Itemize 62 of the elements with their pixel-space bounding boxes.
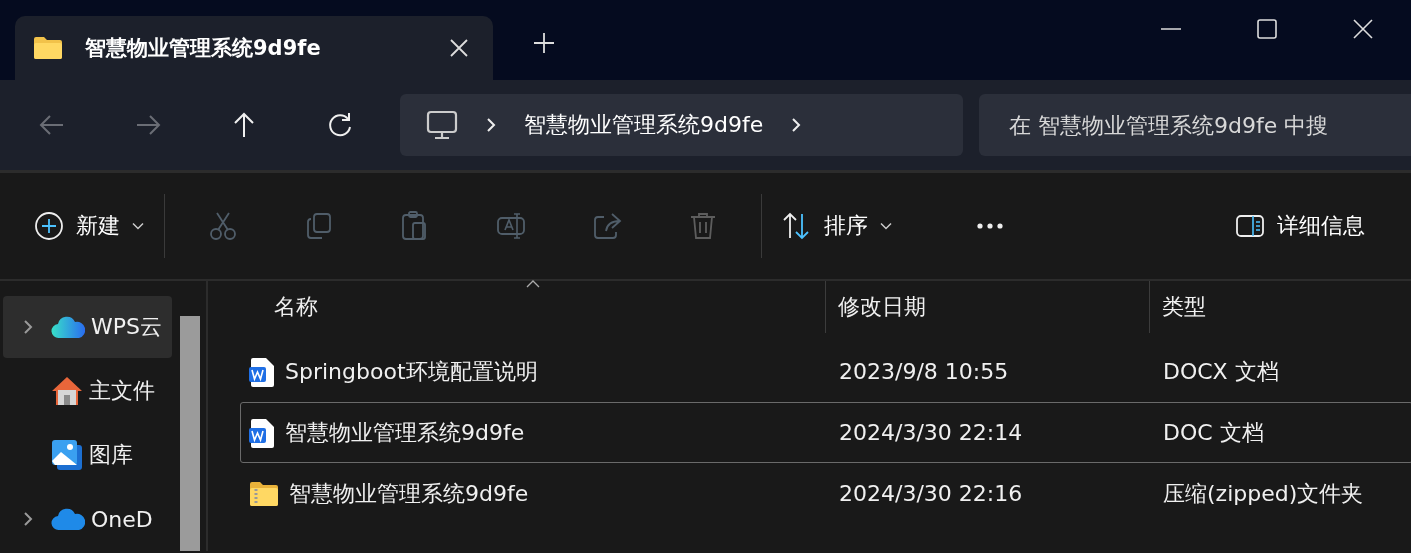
file-type: 压缩(zipped)文件夹 [1162,479,1365,508]
sidebar-label: OneD [91,506,153,532]
file-name: 智慧物业管理系统9d9fe [285,418,525,447]
search-field[interactable]: 在 智慧物业管理系统9d9fe 中搜 [979,94,1411,156]
refresh-icon [326,111,354,139]
file-name: Springboot环境配置说明 [285,357,538,386]
new-icon [34,211,64,241]
sidebar-label: 图库 [89,441,133,469]
monitor-icon [426,109,458,141]
file-row[interactable]: 智慧物业管理系统9d9fe 2024/3/30 22:16 压缩(zipped)文件夹 [240,463,1411,524]
sidebar-label: WPS云 [91,313,162,341]
caret-down-icon [880,222,892,230]
folder-icon [33,36,63,60]
file-row[interactable]: 智慧物业管理系统9d9fe 2024/3/30 22:14 DOC 文档 [240,402,1411,463]
file-name: 智慧物业管理系统9d9fe [289,479,529,508]
column-header[interactable]: 名称 [240,281,825,333]
minimize-icon [1161,28,1181,30]
scissors-icon [208,211,238,241]
new-button[interactable]: 新建 [24,198,154,254]
column-header[interactable]: 修改日期 [825,281,1149,333]
sidebar-label: 主文件 [89,377,155,405]
modified-date: 2024/3/30 22:16 [838,481,1024,506]
file-row[interactable]: Springboot环境配置说明 2023/9/8 10:55 DOCX 文档 [240,341,1411,402]
trash-icon [688,211,718,241]
zip-folder-icon [249,480,279,507]
scrollbar[interactable] [180,316,200,551]
tab[interactable]: 智慧物业管理系统9d9fe [15,16,493,80]
caret-down-icon [132,222,144,230]
chevron-right-icon [486,117,496,133]
document-icon [249,417,275,448]
file-type: DOC 文档 [1162,418,1265,447]
address-bar[interactable]: 智慧物业管理系统9d9fe [400,94,963,156]
copy-icon [304,211,334,241]
details-button[interactable]: 详细信息 [1225,198,1375,254]
maximize-icon [1257,19,1277,39]
close-icon [449,38,469,58]
sort-button[interactable]: 排序 [772,198,902,254]
breadcrumb[interactable]: 智慧物业管理系统9d9fe [524,110,764,140]
sidebar-item[interactable]: 主文件 [3,360,172,422]
rename-icon [496,211,526,241]
modified-date: 2024/3/30 22:14 [838,420,1024,445]
document-icon [249,356,275,387]
plus-icon [533,32,555,54]
file-type: DOCX 文档 [1162,357,1280,386]
cloud-icon [51,507,85,531]
sidebar-item[interactable]: 图库 [3,424,172,486]
column-header[interactable]: 类型 [1149,281,1411,333]
tab-title: 智慧物业管理系统9d9fe [85,35,322,62]
more-icon [977,223,1003,229]
sort-ascending-icon [525,280,540,288]
chevron-right-icon [23,319,33,335]
sort-icon [782,211,812,241]
home-icon [51,375,83,407]
close-icon [1353,19,1373,39]
cloud-icon [51,315,85,339]
share-icon [592,211,622,241]
chevron-right-icon [23,511,33,527]
gallery-icon [51,439,83,471]
chevron-right-icon [791,117,802,133]
sidebar-item[interactable]: OneD [3,488,172,550]
sidebar-item[interactable]: WPS云 [3,296,172,358]
modified-date: 2023/9/8 10:55 [838,359,1010,384]
